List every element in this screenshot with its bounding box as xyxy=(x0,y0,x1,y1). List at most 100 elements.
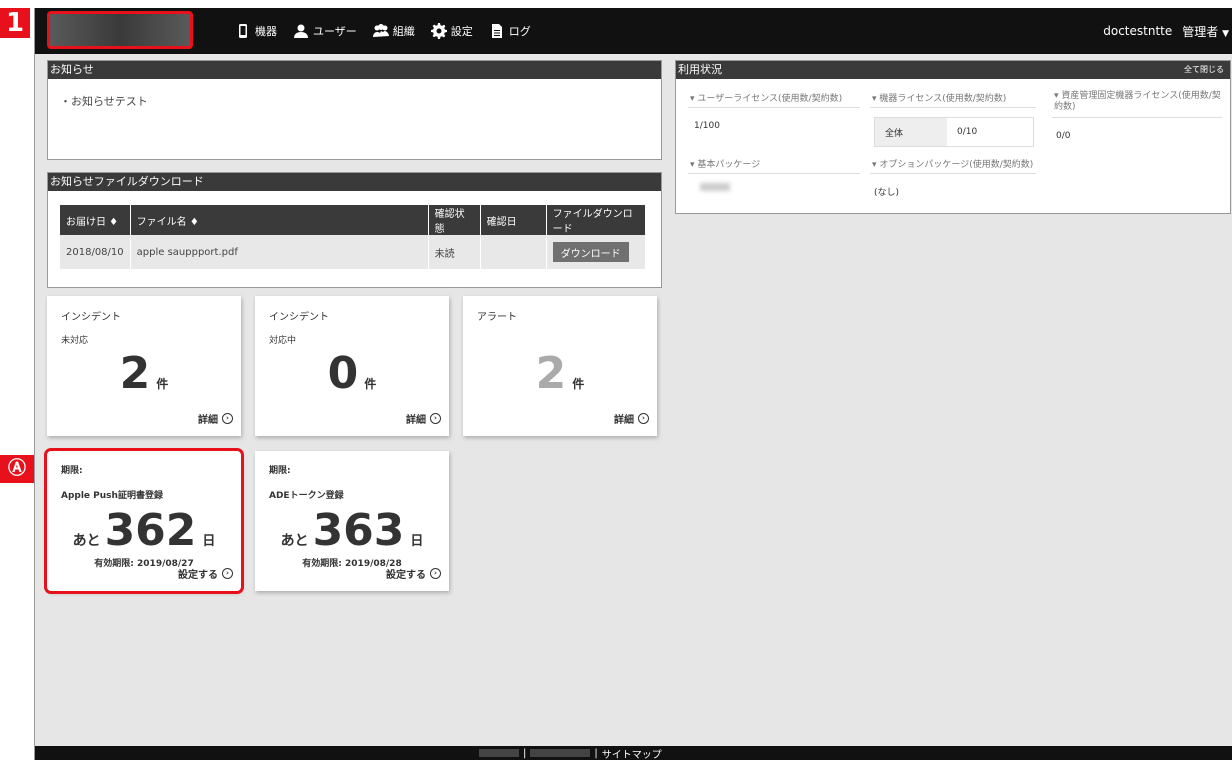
asset-license-label[interactable]: ▾ 資産管理固定機器ライセンス(使用数/契約数) xyxy=(1054,91,1224,113)
asset-license-value: 0/0 xyxy=(1056,131,1071,141)
card-label: 期限: xyxy=(269,466,291,476)
configure-label: 設定する xyxy=(178,570,218,581)
card-count: 0 xyxy=(327,348,359,399)
nav-organization[interactable]: 組織 xyxy=(372,23,415,39)
days-suffix: 日 xyxy=(410,534,424,549)
footer-separator: | xyxy=(594,747,598,759)
file-table: お届け日 ♦ ファイル名 ♦ 確認状態 確認日 ファイルダウンロード 2018/… xyxy=(60,205,647,269)
logo[interactable] xyxy=(47,11,193,49)
card-count: 2 xyxy=(535,348,567,399)
usage-panel-title: 利用状況 全て閉じる xyxy=(676,61,1230,79)
details-link[interactable]: 詳細 › xyxy=(198,411,233,426)
col-filename[interactable]: ファイル名 ♦ xyxy=(130,205,429,235)
file-download-panel: お知らせファイルダウンロード お届け日 ♦ ファイル名 ♦ 確認状態 確認日 フ… xyxy=(47,172,662,288)
chevron-right-circle-icon: › xyxy=(430,568,441,579)
details-link[interactable]: 詳細 › xyxy=(614,411,649,426)
footer-links: | | サイトマップ xyxy=(479,746,662,760)
cell-confirmed xyxy=(480,235,547,269)
top-navbar: 機器 ユーザー 組織 設定 ログ doctestntte 管理者 ▼ xyxy=(35,8,1232,54)
cell-date: 2018/08/10 xyxy=(60,235,131,269)
days-prefix: あと xyxy=(72,533,101,549)
chevron-right-circle-icon: › xyxy=(222,413,233,424)
cell-download: ダウンロード xyxy=(546,235,647,269)
usage-panel: 利用状況 全て閉じる ▾ ユーザーライセンス(使用数/契約数) 1/100 ▾ 機… xyxy=(675,60,1231,214)
divider xyxy=(870,107,1036,108)
details-link[interactable]: 詳細 › xyxy=(406,411,441,426)
col-status: 確認状態 xyxy=(428,205,481,235)
table-row: 2018/08/10 apple sauppport.pdf 未読 ダウンロード xyxy=(60,235,647,269)
role-menu[interactable]: 管理者 ▼ xyxy=(1182,23,1229,40)
card-name: ADEトークン登録 xyxy=(269,491,344,501)
user-menu: doctestntte 管理者 ▼ xyxy=(1103,8,1229,54)
card-title: インシデント xyxy=(61,312,121,323)
col-confirmed-date: 確認日 xyxy=(480,205,547,235)
gear-icon xyxy=(430,23,447,39)
card-unit: 件 xyxy=(572,377,585,391)
device-license-table: 全体 0/10 xyxy=(874,117,1034,147)
person-icon xyxy=(294,24,308,38)
role-label: 管理者 xyxy=(1182,24,1219,39)
username[interactable]: doctestntte xyxy=(1103,24,1172,38)
nav-settings-label: 設定 xyxy=(450,25,473,38)
nav-settings[interactable]: 設定 xyxy=(430,23,473,39)
chevron-right-circle-icon: › xyxy=(638,413,649,424)
days-suffix: 日 xyxy=(202,534,216,549)
divider xyxy=(688,107,860,108)
nav-devices[interactable]: 機器 xyxy=(235,23,277,39)
collapse-all-link[interactable]: 全て閉じる xyxy=(1184,61,1224,79)
nav-devices-label: 機器 xyxy=(255,25,277,38)
days-remaining: 363 xyxy=(312,505,405,556)
ade-token-card: 期限: ADEトークン登録 あと363 日 有効期限: 2019/08/28 設定… xyxy=(255,451,449,591)
cell-status: 未読 xyxy=(428,235,481,269)
device-license-label[interactable]: ▾ 機器ライセンス(使用数/契約数) xyxy=(872,91,1006,104)
app-frame: 機器 ユーザー 組織 設定 ログ doctestntte 管理者 ▼ お知らせ … xyxy=(34,8,1232,760)
option-package-label[interactable]: ▾ オプションパッケージ(使用数/契約数) xyxy=(872,157,1033,170)
card-name: Apple Push証明書登録 xyxy=(61,491,163,501)
chevron-right-circle-icon: › xyxy=(430,413,441,424)
document-icon xyxy=(491,24,502,38)
details-label: 詳細 xyxy=(406,415,426,426)
phone-icon xyxy=(239,24,247,38)
main-nav: 機器 ユーザー 組織 設定 ログ xyxy=(235,8,531,54)
redacted-link[interactable] xyxy=(479,749,519,757)
configure-label: 設定する xyxy=(386,570,426,581)
col-delivery-date[interactable]: お届け日 ♦ xyxy=(60,205,131,235)
card-title: アラート xyxy=(477,312,517,323)
nav-logs-label: ログ xyxy=(508,25,531,38)
details-label: 詳細 xyxy=(198,415,218,426)
news-panel: お知らせ ・お知らせテスト xyxy=(47,60,662,160)
days-prefix: あと xyxy=(280,533,309,549)
file-download-panel-title: お知らせファイルダウンロード xyxy=(48,173,661,191)
download-button[interactable]: ダウンロード xyxy=(552,242,629,262)
option-package-value: (なし) xyxy=(874,188,900,198)
apple-push-cert-card: 期限: Apple Push証明書登録 あと362 日 有効期限: 2019/08… xyxy=(44,448,244,594)
card-title: インシデント xyxy=(269,312,329,323)
redacted-link[interactable] xyxy=(530,749,591,757)
card-label: 期限: xyxy=(61,466,83,476)
device-all-value: 0/10 xyxy=(957,127,978,137)
configure-link[interactable]: 設定する › xyxy=(386,566,441,581)
footer-separator: | xyxy=(523,747,527,759)
col-download: ファイルダウンロード xyxy=(546,205,647,235)
footer: | | サイトマップ xyxy=(35,746,1232,760)
callout-badge-a: Ⓐ xyxy=(0,455,34,483)
nav-logs[interactable]: ログ xyxy=(489,23,531,39)
configure-link[interactable]: 設定する › xyxy=(178,566,233,581)
group-icon xyxy=(372,24,389,37)
nav-organization-label: 組織 xyxy=(392,25,415,38)
nav-users[interactable]: ユーザー xyxy=(293,23,357,39)
device-all-key: 全体 xyxy=(875,118,947,146)
card-unit: 件 xyxy=(364,377,377,391)
news-item[interactable]: ・お知らせテスト xyxy=(48,79,661,123)
news-panel-title: お知らせ xyxy=(48,61,661,79)
chevron-right-circle-icon: › xyxy=(222,568,233,579)
user-license-label[interactable]: ▾ ユーザーライセンス(使用数/契約数) xyxy=(690,91,842,104)
card-unit: 件 xyxy=(156,377,169,391)
callout-badge-1: 1 xyxy=(0,8,30,38)
divider xyxy=(1052,117,1222,118)
base-package-label[interactable]: ▾ 基本パッケージ xyxy=(690,157,760,170)
cell-filename: apple sauppport.pdf xyxy=(130,235,429,269)
user-license-value: 1/100 xyxy=(694,121,720,131)
sitemap-link[interactable]: サイトマップ xyxy=(602,746,662,760)
details-label: 詳細 xyxy=(614,415,634,426)
